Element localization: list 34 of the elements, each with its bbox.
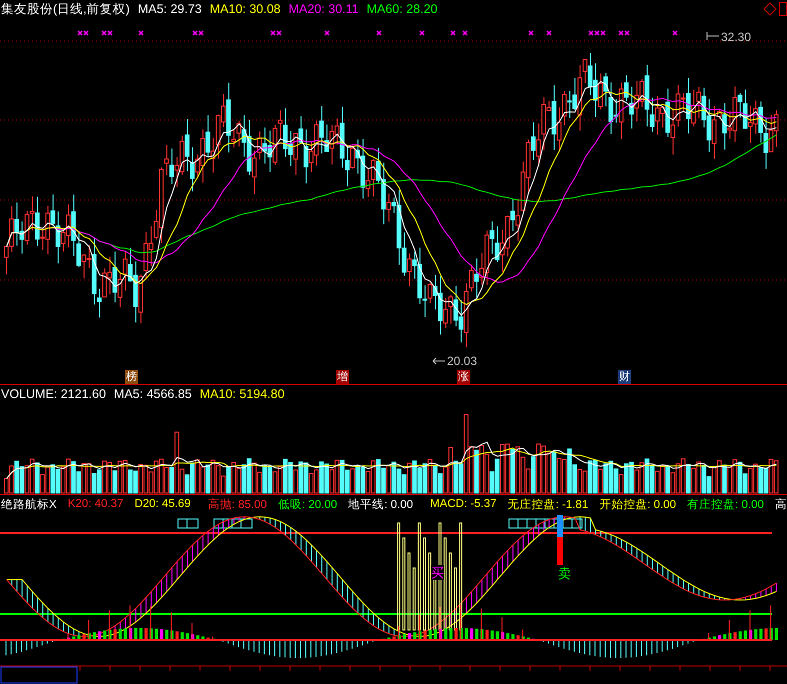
- indicator-value: MA10: 30.08: [210, 2, 281, 16]
- indicator-value: 有庄控盘: 0.00: [687, 497, 764, 512]
- event-tag[interactable]: 榜: [125, 370, 138, 384]
- indicator-value: 开始控盘: 0.00: [599, 498, 676, 512]
- low-price-label: 20.03: [447, 354, 478, 368]
- indicator-value: 绝路航标X: [1, 497, 57, 512]
- event-tag[interactable]: 增: [336, 370, 349, 384]
- stock-title: 集友股份(日线,前复权): [1, 0, 130, 18]
- indicator-value: 地平线: 0.00: [348, 498, 414, 512]
- high-price-label: 32.30: [721, 30, 752, 44]
- indicator-value: MA5: 29.73: [138, 2, 202, 16]
- event-tag[interactable]: 涨: [457, 370, 470, 384]
- indicator-value: VOLUME: 2121.60: [1, 387, 106, 401]
- diamond-icon[interactable]: [763, 2, 777, 16]
- indicator-value: MA10: 5194.80: [200, 387, 285, 401]
- indicator-value: 低吸: 20.00: [278, 498, 338, 512]
- indicator-value: MA20: 30.11: [288, 2, 359, 16]
- indicator-value: MACD: -5.37: [430, 498, 497, 510]
- signal-label: 买: [431, 565, 444, 580]
- panel-icon[interactable]: [779, 2, 787, 16]
- signal-label: 卖: [558, 566, 571, 581]
- leader-line: [432, 356, 446, 366]
- indicator-value: MA60: 28.20: [366, 2, 438, 16]
- signal-bar: [557, 515, 563, 565]
- signal-box-drawing: [178, 518, 198, 528]
- indicator-value: K20: 40.37: [68, 498, 124, 510]
- indicator-value: 高: [774, 497, 787, 512]
- leader-line: [706, 32, 720, 42]
- indicator-value: 高抛: 85.00: [208, 497, 267, 512]
- event-tag[interactable]: 财: [618, 370, 631, 384]
- indicator-value: D20: 45.69: [134, 498, 191, 510]
- indicator-value: MA5: 4566.85: [114, 387, 192, 401]
- indicator-value: 无庄控盘: -1.81: [508, 497, 588, 512]
- signal-box-drawing: [214, 518, 252, 528]
